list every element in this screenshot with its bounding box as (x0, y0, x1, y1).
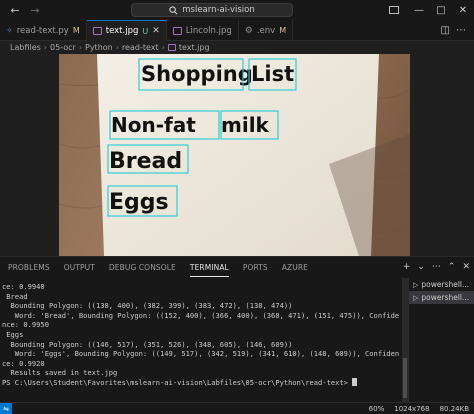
scrollbar-thumb[interactable] (403, 358, 407, 398)
tab-terminal[interactable]: TERMINAL (189, 257, 229, 277)
tab-output[interactable]: OUTPUT (64, 257, 95, 277)
terminal-line: Eggs (2, 329, 24, 339)
terminal-line: nce: 0.9950 (2, 320, 49, 330)
terminal-list: ▷ powershell... ▷ powershell... (408, 278, 474, 403)
chevron-right-icon: › (78, 43, 82, 52)
close-window-icon[interactable]: ✕ (452, 0, 474, 20)
terminal-line: Bread (2, 291, 28, 301)
minimize-icon[interactable]: — (408, 0, 430, 20)
chevron-up-icon[interactable]: ⌃ (448, 262, 456, 272)
modified-badge: M (72, 26, 80, 35)
tab-problems[interactable]: PROBLEMS (8, 257, 50, 277)
editor-tabs: ✧ read-text.py M text.jpg U ✕ Lincoln.jp… (0, 20, 474, 41)
image-preview[interactable]: Shopping List Non-fat milk Bread Eggs (59, 54, 410, 256)
more-actions-icon[interactable]: ⋯ (432, 262, 441, 272)
zoom-level[interactable]: 60% (369, 405, 385, 413)
powershell-icon: ▷ (413, 280, 419, 289)
tab-debug-console[interactable]: DEBUG CONSOLE (109, 257, 176, 277)
close-panel-icon[interactable]: ✕ (462, 262, 470, 272)
breadcrumb-item[interactable]: Labfiles (10, 43, 41, 52)
chevron-right-icon: › (161, 43, 165, 52)
new-terminal-icon[interactable]: + (403, 262, 411, 272)
chevron-right-icon: › (43, 43, 47, 52)
file-size: 80.24KB (439, 404, 469, 413)
status-bar: ⇋ 60% 1024x768 80.24KB (0, 402, 474, 414)
terminal-line: Results saved in text.jpg (2, 368, 118, 378)
close-tab-icon[interactable]: ✕ (152, 26, 160, 36)
image-icon (167, 44, 176, 51)
maximize-icon[interactable]: □ (430, 0, 452, 20)
back-arrow-icon[interactable]: ← (8, 0, 22, 20)
word-eggs: Eggs (109, 190, 169, 215)
word-list: List (251, 62, 294, 86)
tab-label: .env (256, 25, 276, 36)
terminal-line: Bounding Polygon: ((146, 517), (351, 526… (2, 339, 293, 349)
terminal-line: Word: 'Bread', Bounding Polygon: ((152, … (2, 310, 400, 320)
forward-arrow-icon[interactable]: → (28, 0, 42, 20)
split-editor-icon[interactable]: ◫ (441, 25, 450, 36)
title-bar: ← → mslearn-ai-vision — □ ✕ (0, 0, 474, 20)
powershell-icon: ▷ (413, 293, 419, 302)
tab-label: read-text.py (16, 25, 69, 36)
command-center-label: mslearn-ai-vision (182, 5, 255, 15)
modified-badge: M (279, 26, 287, 35)
status-right: 60% 1024x768 80.24KB (369, 405, 474, 413)
more-actions-icon[interactable]: ⋯ (456, 25, 466, 36)
word-bread: Bread (109, 149, 182, 174)
panel-actions: + ⌄ ⋯ ⌃ ✕ (403, 257, 470, 277)
image-icon (92, 27, 102, 35)
terminal-instance[interactable]: ▷ powershell... (409, 291, 474, 304)
photo-canvas: Shopping List Non-fat milk Bread Eggs (59, 54, 410, 256)
breadcrumb-item[interactable]: Python (85, 43, 113, 52)
terminal-cursor (352, 377, 358, 386)
tab-azure[interactable]: AZURE (282, 257, 308, 277)
breadcrumb-item[interactable]: read-text (122, 43, 159, 52)
tab-ports[interactable]: PORTS (243, 257, 268, 277)
layout-toggle-icon[interactable] (389, 6, 399, 14)
terminal-line: ce: 0.9920 (2, 358, 45, 368)
terminal-instance[interactable]: ▷ powershell... (409, 278, 474, 291)
tab-read-text-py[interactable]: ✧ read-text.py M (0, 20, 87, 41)
gear-icon: ⚙ (244, 25, 253, 36)
word-shopping: Shopping (141, 62, 253, 86)
tab-lincoln-jpg[interactable]: Lincoln.jpg (167, 20, 239, 41)
chevron-right-icon: › (115, 43, 119, 52)
tab-text-jpg[interactable]: text.jpg U ✕ (86, 20, 167, 41)
tab-label: text.jpg (105, 26, 139, 36)
search-icon (169, 5, 178, 14)
bottom-panel: PROBLEMS OUTPUT DEBUG CONSOLE TERMINAL P… (0, 256, 474, 403)
breadcrumb-item[interactable]: text.jpg (179, 43, 210, 52)
image-dimensions: 1024x768 (394, 404, 430, 413)
word-milk: milk (221, 113, 270, 137)
terminal-prompt-row: PS C:\Users\Student\Favorites\mslearn-ai… (2, 377, 402, 388)
terminal-prompt: PS C:\Users\Student\Favorites\mslearn-ai… (2, 377, 353, 387)
chevron-down-icon[interactable]: ⌄ (417, 262, 425, 272)
python-icon: ✧ (6, 26, 13, 35)
window-controls: — □ ✕ (389, 0, 474, 20)
untracked-badge: U (142, 26, 149, 36)
terminal-instance-label: powershell... (421, 280, 470, 289)
terminal-output[interactable]: ce: 0.9940 Bread Bounding Polygon: ((138… (0, 278, 402, 403)
breadcrumb-item[interactable]: 05-ocr (50, 43, 76, 52)
word-non-fat: Non-fat (111, 113, 196, 137)
remote-indicator-icon[interactable]: ⇋ (0, 402, 12, 414)
breadcrumb: Labfiles › 05-ocr › Python › read-text ›… (0, 41, 474, 54)
terminal-line: Bounding Polygon: ((138, 400), (382, 399… (2, 301, 293, 311)
command-center-search[interactable]: mslearn-ai-vision (131, 3, 293, 17)
terminal-line: Word: 'Eggs', Bounding Polygon: ((149, 5… (2, 349, 400, 359)
image-icon (172, 26, 182, 35)
terminal-instance-label: powershell... (421, 293, 470, 302)
image-preview-area: Shopping List Non-fat milk Bread Eggs (0, 54, 474, 256)
tab-label: Lincoln.jpg (185, 25, 232, 36)
tab-env[interactable]: ⚙ .env M (239, 20, 294, 41)
tab-actions: ◫ ⋯ (441, 20, 474, 40)
terminal-line: ce: 0.9940 (2, 282, 45, 291)
